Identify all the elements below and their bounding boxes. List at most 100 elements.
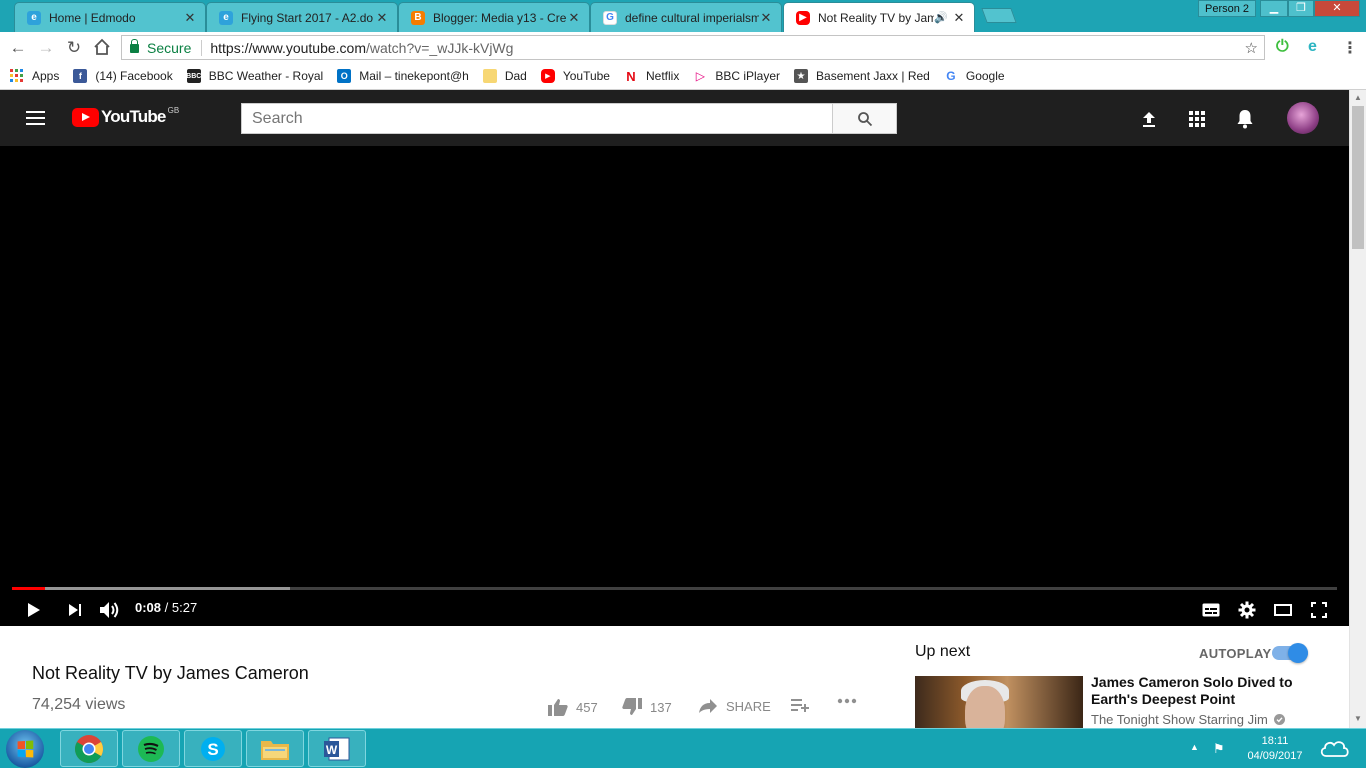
onedrive-cloud-icon[interactable] xyxy=(1318,738,1350,763)
video-player[interactable]: 0:08 / 5:27 xyxy=(0,146,1349,626)
system-clock[interactable]: 18:11 04/09/2017 xyxy=(1240,734,1310,764)
tab-edmodo-home[interactable]: e Home | Edmodo ✕ xyxy=(14,2,206,32)
thumbnail-face xyxy=(965,686,1005,728)
bookmark-bbc-weather[interactable]: BBC BBC Weather - Royal xyxy=(186,69,323,83)
bookmark-label: Apps xyxy=(32,69,60,83)
bookmark-google[interactable]: G Google xyxy=(944,69,1005,83)
page-scrollbar[interactable]: ▲ ▼ xyxy=(1349,90,1366,728)
bookmark-basement-jaxx[interactable]: ★ Basement Jaxx | Red xyxy=(794,69,930,83)
close-tab-icon[interactable]: ✕ xyxy=(952,10,966,26)
settings-gear-icon[interactable] xyxy=(1235,598,1259,622)
speaker-icon[interactable]: 🔊 xyxy=(934,11,948,24)
address-bar[interactable]: Secure https://www.youtube.com /watch?v=… xyxy=(121,35,1265,60)
show-hidden-icons-arrow-icon[interactable]: ▲ xyxy=(1190,742,1199,752)
back-arrow-icon[interactable]: ← xyxy=(8,38,28,58)
share-button[interactable]: SHARE xyxy=(698,698,771,714)
window-close-button[interactable]: ✕ xyxy=(1314,0,1360,17)
bookmark-mail[interactable]: O Mail – tinekepont@h xyxy=(337,69,469,83)
bookmark-apps[interactable]: Apps xyxy=(10,69,59,83)
tab-flying-start[interactable]: e Flying Start 2017 - A2.do ✕ xyxy=(206,2,398,32)
share-arrow-icon xyxy=(699,699,717,713)
action-center-flag-icon[interactable]: ⚑ xyxy=(1213,741,1225,757)
url-path: /watch?v=_wJJk-kVjWg xyxy=(366,39,514,56)
current-time: 0:08 xyxy=(135,600,162,615)
extension-green-icon[interactable]: ⏻ xyxy=(1276,38,1289,56)
close-tab-icon[interactable]: ✕ xyxy=(183,10,197,26)
progress-bar[interactable] xyxy=(12,587,1337,590)
word-icon[interactable]: W xyxy=(308,730,366,767)
up-next-heading: Up next xyxy=(915,643,971,660)
chrome-menu-icon[interactable]: ⋮ xyxy=(1342,38,1358,58)
toggle-knob xyxy=(1288,643,1308,663)
tab-title: Not Reality TV by Jam xyxy=(818,10,935,25)
bookmark-label: Google xyxy=(965,69,1005,83)
tab-youtube-video[interactable]: ▶ Not Reality TV by Jam 🔊 ✕ xyxy=(783,2,975,32)
next-video-channel[interactable]: The Tonight Show Starring Jim xyxy=(1091,712,1286,727)
bookmark-folder-dad[interactable]: Dad xyxy=(482,69,527,83)
bell-icon[interactable] xyxy=(1233,107,1257,131)
new-tab-button[interactable] xyxy=(981,8,1017,23)
netflix-icon: N xyxy=(626,68,636,84)
clock-date: 04/09/2017 xyxy=(1247,750,1303,762)
tab-blogger[interactable]: B Blogger: Media y13 - Cre ✕ xyxy=(398,2,590,32)
play-icon[interactable] xyxy=(22,598,46,622)
forward-arrow-icon[interactable]: → xyxy=(36,38,56,58)
search-icon xyxy=(857,111,872,126)
spotify-icon[interactable] xyxy=(122,730,180,767)
search-input[interactable] xyxy=(241,103,833,134)
bookmark-star-icon[interactable]: ☆ xyxy=(1245,39,1258,57)
svg-text:S: S xyxy=(207,740,218,759)
upload-icon[interactable] xyxy=(1137,107,1161,131)
subtitles-icon[interactable] xyxy=(1199,598,1223,622)
add-to-playlist-button[interactable] xyxy=(791,698,817,712)
next-icon[interactable] xyxy=(63,598,87,622)
skype-icon[interactable]: S xyxy=(184,730,242,767)
channel-name: The Tonight Show Starring Jim xyxy=(1091,712,1268,727)
avatar[interactable] xyxy=(1287,102,1319,134)
bookmark-netflix[interactable]: N Netflix xyxy=(624,68,679,84)
more-actions-button[interactable] xyxy=(837,698,865,704)
chrome-icon[interactable] xyxy=(60,730,118,767)
scroll-up-arrow-icon[interactable]: ▲ xyxy=(1350,93,1366,102)
bookmark-youtube[interactable]: ▶ YouTube xyxy=(540,69,610,83)
like-button[interactable]: 457 xyxy=(548,698,598,716)
bookmarks-bar: Apps f (14) Facebook BBC BBC Weather - R… xyxy=(0,63,1366,90)
home-icon[interactable] xyxy=(92,38,112,58)
youtube-masthead: YouTube GB xyxy=(0,90,1349,146)
bookmark-facebook[interactable]: f (14) Facebook xyxy=(73,69,173,83)
autoplay-label: AUTOPLAY xyxy=(1199,646,1272,661)
minimize-button[interactable]: ▁ xyxy=(1260,0,1288,17)
divider xyxy=(201,39,203,56)
autoplay-toggle[interactable] xyxy=(1272,643,1308,663)
start-button[interactable] xyxy=(6,730,44,768)
file-explorer-icon[interactable] xyxy=(246,730,304,767)
youtube-logo[interactable]: YouTube GB xyxy=(72,106,179,127)
dislike-button[interactable]: 137 xyxy=(622,698,672,716)
thumbs-up-icon xyxy=(548,699,568,716)
hamburger-menu-icon[interactable] xyxy=(26,111,45,125)
extension-e-icon[interactable]: e xyxy=(1308,38,1317,56)
scrollbar-thumb[interactable] xyxy=(1352,106,1364,249)
apps-grid-icon[interactable] xyxy=(1185,107,1209,131)
next-video-thumbnail[interactable] xyxy=(915,676,1083,728)
tab-google-search[interactable]: G define cultural imperialsm ✕ xyxy=(590,2,782,32)
profile-button[interactable]: Person 2 xyxy=(1198,0,1256,17)
restore-button[interactable]: ❐ xyxy=(1288,0,1314,17)
next-video-title[interactable]: James Cameron Solo Dived to Earth's Deep… xyxy=(1091,674,1311,708)
fullscreen-icon[interactable] xyxy=(1307,598,1331,622)
close-tab-icon[interactable]: ✕ xyxy=(759,10,773,26)
star-icon: ★ xyxy=(794,69,809,83)
bookmark-bbc-iplayer[interactable]: ▷ BBC iPlayer xyxy=(693,69,780,83)
clock-time: 18:11 xyxy=(1261,735,1289,747)
scroll-down-arrow-icon[interactable]: ▼ xyxy=(1350,714,1366,723)
close-tab-icon[interactable]: ✕ xyxy=(567,10,581,26)
close-tab-icon[interactable]: ✕ xyxy=(375,10,389,26)
volume-icon[interactable] xyxy=(98,598,122,622)
bookmark-label: Dad xyxy=(504,69,527,83)
theater-mode-icon[interactable] xyxy=(1271,598,1295,622)
outlook-icon: O xyxy=(337,69,352,83)
bookmark-label: YouTube xyxy=(562,69,610,83)
like-count: 457 xyxy=(576,699,598,715)
reload-icon[interactable]: ↻ xyxy=(64,38,84,58)
search-button[interactable] xyxy=(832,103,897,134)
